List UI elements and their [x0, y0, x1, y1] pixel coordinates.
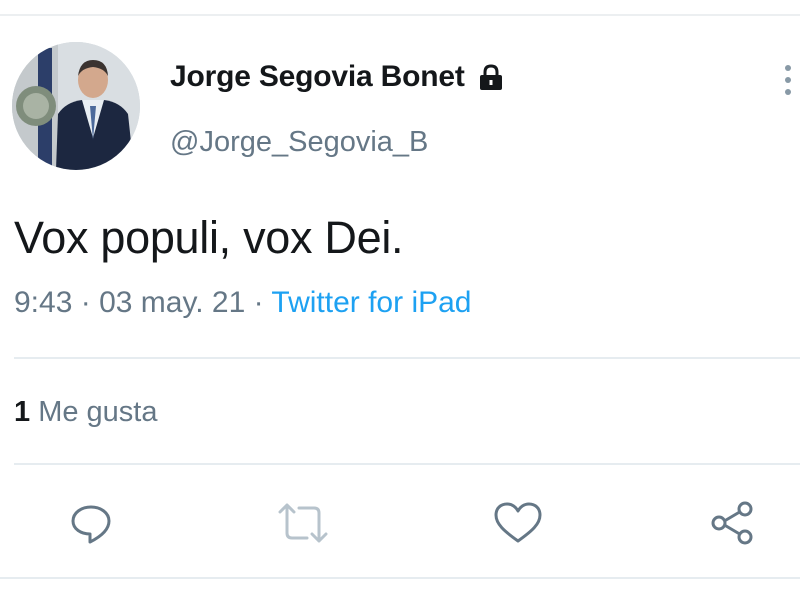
reply-icon[interactable]: [63, 495, 119, 551]
display-name-text: Jorge Segovia Bonet: [170, 60, 465, 93]
user-handle[interactable]: @Jorge_Segovia_B: [170, 126, 428, 159]
avatar[interactable]: [12, 42, 140, 170]
meta-separator: ·: [80, 286, 91, 319]
divider: [14, 357, 800, 359]
likes-label: Me gusta: [38, 396, 158, 428]
divider: [0, 577, 800, 579]
tweet-time: 9:43: [14, 286, 73, 319]
likes-summary[interactable]: 1 Me gusta: [14, 396, 158, 429]
divider: [14, 463, 800, 465]
tweet-source-link[interactable]: Twitter for iPad: [271, 286, 471, 319]
tweet-date[interactable]: 03 may. 21: [99, 286, 245, 319]
lock-icon: [477, 63, 505, 91]
top-divider: [0, 14, 800, 16]
like-icon[interactable]: [490, 495, 546, 551]
more-vertical-icon[interactable]: [782, 62, 794, 107]
meta-separator: ·: [253, 286, 264, 319]
share-icon[interactable]: [704, 495, 760, 551]
display-name[interactable]: Jorge Segovia Bonet: [170, 60, 505, 94]
tweet-meta: 9:43 · 03 may. 21 · Twitter for iPad: [14, 286, 472, 320]
tweet-text: Vox populi, vox Dei.: [14, 212, 404, 263]
likes-count: 1: [14, 396, 31, 428]
action-bar: [0, 495, 800, 551]
retweet-icon[interactable]: [275, 495, 331, 551]
